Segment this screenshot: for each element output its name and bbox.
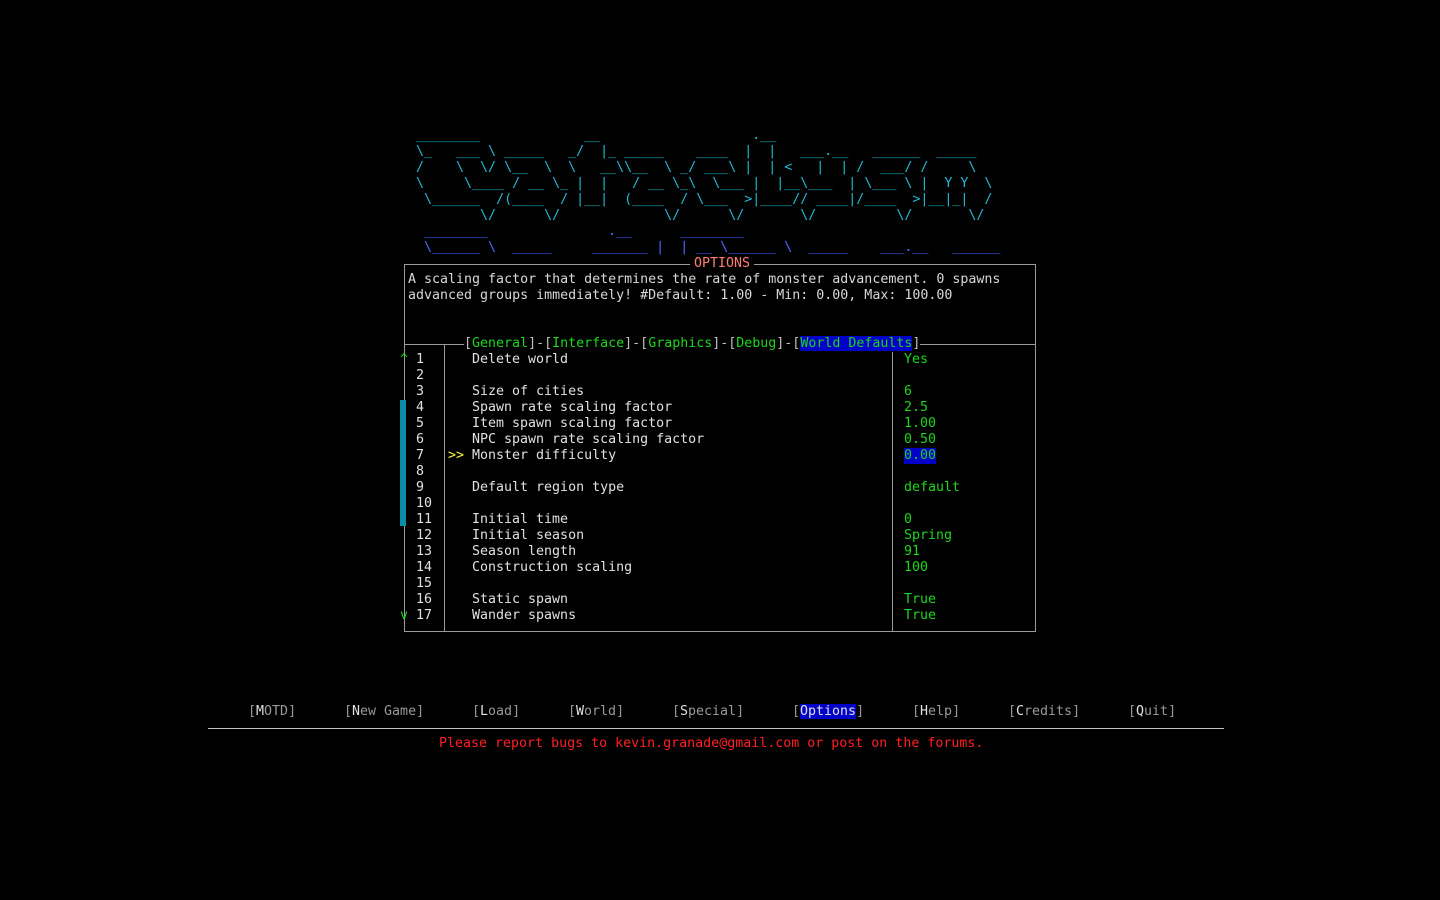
selector-icon: >> <box>448 448 465 463</box>
options-tabs: [General]-[Interface]-[Graphics]-[Debug]… <box>464 336 921 352</box>
option-value[interactable]: 0.50 <box>904 432 936 448</box>
option-name: Size of cities <box>472 384 585 399</box>
option-value[interactable]: 0.00 <box>904 448 937 464</box>
menu-item-quit[interactable]: [Quit] <box>1128 704 1176 720</box>
menu-divider <box>208 728 1224 729</box>
option-number: 16 <box>416 592 433 607</box>
option-name: Construction scaling <box>472 560 633 575</box>
option-number: 17 <box>416 608 433 623</box>
option-number: 10 <box>416 496 433 511</box>
options-title: OPTIONS <box>690 256 755 272</box>
option-name: NPC spawn rate scaling factor <box>472 432 705 447</box>
option-name: Initial time <box>472 512 569 527</box>
option-number: 12 <box>416 528 433 543</box>
menu-item-options[interactable]: [Options] <box>792 704 864 720</box>
tab-general[interactable]: General <box>472 336 528 351</box>
option-number: 7 <box>416 448 425 463</box>
option-row[interactable]: 9 Default region type default <box>404 480 1036 496</box>
dark-days-ahead-logo: ________ .__ ________ \______ \ _____ __… <box>424 224 1001 255</box>
option-name: Wander spawns <box>472 608 577 623</box>
bug-report-notice: Please report bugs to kevin.granade@gmai… <box>439 736 984 751</box>
option-value[interactable]: Spring <box>904 528 952 544</box>
option-row[interactable]: 14 Construction scaling 100 <box>404 560 1036 576</box>
menu-item-credits[interactable]: [Credits] <box>1008 704 1080 720</box>
option-row[interactable]: 11 Initial time 0 <box>404 512 1036 528</box>
menu-item-special[interactable]: [Special] <box>672 704 744 720</box>
option-row[interactable]: 12 Initial season Spring <box>404 528 1036 544</box>
option-row[interactable]: 7 >> Monster difficulty 0.00 <box>404 448 1036 464</box>
option-number: 15 <box>416 576 433 591</box>
option-value[interactable]: 100 <box>904 560 928 576</box>
option-name: Item spawn scaling factor <box>472 416 673 431</box>
option-name: Initial season <box>472 528 585 543</box>
tab-world-defaults[interactable]: World Defaults <box>800 336 913 351</box>
option-name: Static spawn <box>472 592 569 607</box>
option-value[interactable]: Yes <box>904 352 928 368</box>
option-number: 5 <box>416 416 425 431</box>
option-value[interactable]: True <box>904 608 936 624</box>
option-number: 8 <box>416 464 425 479</box>
option-value[interactable]: 2.5 <box>904 400 928 416</box>
option-value[interactable]: 6 <box>904 384 912 400</box>
option-name: Default region type <box>472 480 625 495</box>
option-number: 14 <box>416 560 433 575</box>
option-row[interactable]: 16 Static spawn True <box>404 592 1036 608</box>
option-value[interactable]: 0 <box>904 512 912 528</box>
option-value[interactable]: 1.00 <box>904 416 936 432</box>
option-number: 6 <box>416 432 425 447</box>
option-row[interactable]: 5 Item spawn scaling factor 1.00 <box>404 416 1036 432</box>
menu-item-new-game[interactable]: [New Game] <box>344 704 424 720</box>
option-row[interactable]: 4 Spawn rate scaling factor 2.5 <box>404 400 1036 416</box>
option-name: Monster difficulty <box>472 448 617 463</box>
option-description: A scaling factor that determines the rat… <box>408 272 1001 303</box>
option-number: 11 <box>416 512 433 527</box>
option-name: Delete world <box>472 352 569 367</box>
tab-debug[interactable]: Debug <box>736 336 776 351</box>
option-value[interactable]: 91 <box>904 544 920 560</box>
option-number: 13 <box>416 544 433 559</box>
option-row[interactable]: 10 <box>404 496 1036 512</box>
option-name: Spawn rate scaling factor <box>472 400 673 415</box>
cataclysm-logo: ________ __ .__ \_ ___ \ _____ _/ |_ ___… <box>416 128 993 223</box>
option-row[interactable]: 3 Size of cities 6 <box>404 384 1036 400</box>
option-name: Season length <box>472 544 577 559</box>
option-number: 3 <box>416 384 425 399</box>
option-row[interactable]: 15 <box>404 576 1036 592</box>
option-row[interactable]: 1 Delete world Yes <box>404 352 1036 368</box>
option-value[interactable]: default <box>904 480 960 496</box>
option-row[interactable]: 13 Season length 91 <box>404 544 1036 560</box>
tab-interface[interactable]: Interface <box>552 336 624 351</box>
menu-item-load[interactable]: [Load] <box>472 704 520 720</box>
option-number: 1 <box>416 352 425 367</box>
option-number: 2 <box>416 368 425 383</box>
menu-item-world[interactable]: [World] <box>568 704 624 720</box>
option-row[interactable]: 8 <box>404 464 1036 480</box>
menu-item-motd[interactable]: [MOTD] <box>248 704 296 720</box>
tab-graphics[interactable]: Graphics <box>648 336 712 351</box>
option-row[interactable]: 2 <box>404 368 1036 384</box>
option-number: 4 <box>416 400 425 415</box>
option-row[interactable]: 6 NPC spawn rate scaling factor 0.50 <box>404 432 1036 448</box>
menu-item-help[interactable]: [Help] <box>912 704 960 720</box>
option-number: 9 <box>416 480 425 495</box>
option-row[interactable]: 17 Wander spawns True <box>404 608 1036 624</box>
option-value[interactable]: True <box>904 592 936 608</box>
